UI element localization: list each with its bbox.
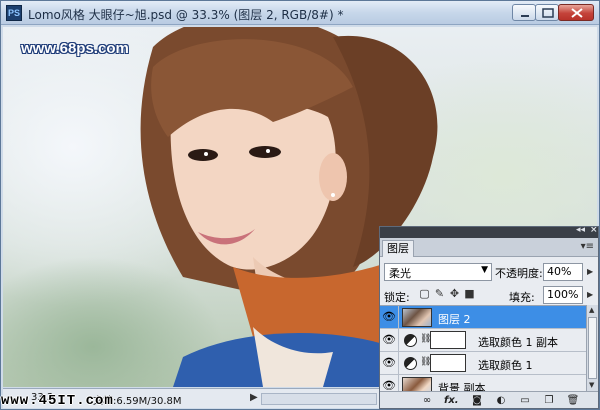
minimize-button[interactable] (512, 4, 536, 21)
divider (398, 329, 399, 352)
panel-grip-bar[interactable]: ◂◂ × (380, 227, 598, 238)
panel-close-icon[interactable]: × (590, 227, 598, 235)
layers-scrollbar[interactable]: ▲ ▼ (586, 305, 598, 391)
photoshop-document-window: PS Lomo风格 大眼仔~旭.psd @ 33.3% (图层 2, RGB/8… (0, 0, 600, 410)
layers-panel: ◂◂ × 图层 ▾≡ 柔光 ▼ 不透明度: 40% ▶ 锁定: ▢ ✎ ✥ ■ … (379, 226, 599, 409)
horizontal-scrollbar[interactable] (261, 393, 377, 405)
lock-label: 锁定: (384, 291, 410, 304)
fx-icon[interactable]: fx. (444, 394, 459, 407)
new-layer-icon[interactable]: ❐ (542, 394, 556, 407)
layer-mask-thumbnail (430, 354, 466, 372)
scroll-thumb[interactable] (588, 317, 597, 379)
tab-layers[interactable]: 图层 (382, 240, 414, 257)
layer-name: 选取颜色 1 副本 (478, 336, 558, 349)
layer-name: 图层 2 (438, 313, 471, 326)
layer-name: 背景 副本 (438, 382, 486, 391)
document-title: Lomo风格 大眼仔~旭.psd @ 33.3% (图层 2, RGB/8#) … (28, 8, 344, 22)
opacity-slider-icon[interactable]: ▶ (587, 267, 593, 276)
trash-icon[interactable]: 🗑 (566, 394, 580, 407)
eye-icon[interactable]: 👁 (382, 379, 396, 391)
link-icon[interactable]: ∞ (420, 394, 434, 407)
adjustment-icon[interactable]: ◐ (494, 394, 508, 407)
fill-label: 填充: (509, 291, 535, 304)
opacity-input[interactable]: 40% (543, 263, 583, 281)
brand-watermark: www.45IT.com (1, 393, 114, 409)
site-watermark: www.68ps.com (21, 40, 129, 57)
layer-thumbnail (402, 308, 432, 327)
eye-icon[interactable]: 👁 (382, 333, 396, 347)
maximize-button[interactable] (535, 4, 559, 21)
panel-menu-icon[interactable]: ▾≡ (581, 241, 594, 252)
divider (398, 306, 399, 329)
divider (398, 352, 399, 375)
title-bar[interactable]: PS Lomo风格 大眼仔~旭.psd @ 33.3% (图层 2, RGB/8… (1, 1, 599, 25)
lock-move-icon[interactable]: ✥ (448, 287, 461, 300)
mask-icon[interactable]: ◙ (470, 394, 484, 407)
chevron-down-icon: ▼ (481, 265, 488, 275)
lock-brush-icon[interactable]: ✎ (433, 287, 446, 300)
layer-row[interactable]: 👁 ⛓ 选取颜色 1 副本 (380, 329, 586, 352)
layer-thumbnail (402, 377, 432, 391)
lock-transparency-icon[interactable]: ▢ (418, 287, 431, 300)
eye-icon[interactable]: 👁 (382, 310, 396, 324)
maximize-icon (542, 8, 554, 18)
layer-row[interactable]: 👁 背景 副本 (380, 375, 586, 391)
minimize-icon (521, 15, 529, 17)
collapse-icon[interactable]: ◂◂ (576, 227, 585, 235)
layers-list: 👁 图层 2 👁 ⛓ 选取颜色 1 副本 👁 ⛓ 选取颜色 1 👁 背景 副本 (380, 305, 586, 391)
blend-mode-select[interactable]: 柔光 ▼ (384, 263, 492, 281)
layers-panel-footer: ∞ fx. ◙ ◐ ▭ ❐ 🗑 (380, 391, 598, 408)
layer-row[interactable]: 👁 图层 2 (380, 306, 586, 329)
opacity-label: 不透明度: (495, 267, 543, 280)
adjustment-layer-icon (404, 357, 417, 370)
eye-icon[interactable]: 👁 (382, 356, 396, 370)
adjustment-layer-icon (404, 334, 417, 347)
fill-input[interactable]: 100% (543, 286, 583, 304)
panel-tab-strip: 图层 ▾≡ (380, 238, 598, 257)
scroll-down-icon[interactable]: ▼ (589, 381, 594, 389)
scroll-up-icon[interactable]: ▲ (589, 306, 594, 314)
blend-mode-value: 柔光 (389, 267, 411, 280)
photoshop-app-icon: PS (6, 5, 22, 21)
lock-all-icon[interactable]: ■ (463, 287, 476, 300)
folder-icon[interactable]: ▭ (518, 394, 532, 407)
divider (398, 375, 399, 391)
layer-row[interactable]: 👁 ⛓ 选取颜色 1 (380, 352, 586, 375)
fill-slider-icon[interactable]: ▶ (587, 290, 593, 299)
close-button[interactable] (558, 4, 594, 21)
status-menu-icon[interactable]: ▶ (250, 392, 258, 403)
close-icon (571, 8, 583, 18)
layer-name: 选取颜色 1 (478, 359, 533, 372)
layer-mask-thumbnail (430, 331, 466, 349)
